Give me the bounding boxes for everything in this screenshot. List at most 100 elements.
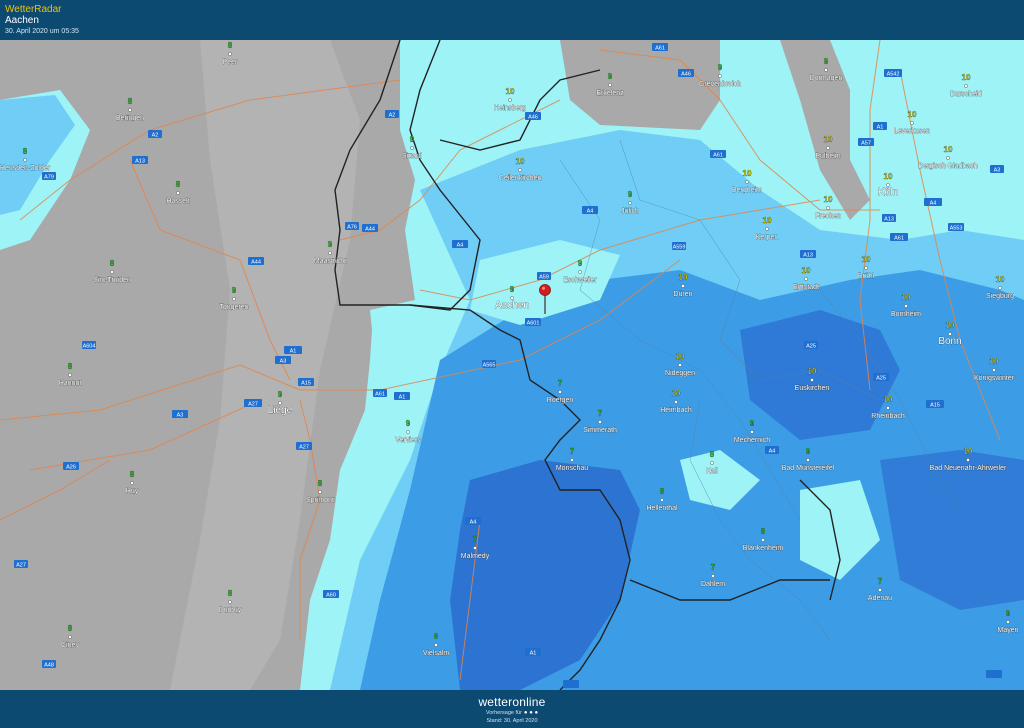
city-label: Burscheid xyxy=(950,91,981,98)
timestamp: 30. April 2020 um 05:35 xyxy=(5,28,79,35)
road-label: A4 xyxy=(587,209,594,215)
city-marker[interactable]: 10 Frechen xyxy=(815,195,841,220)
city-label: Bonn xyxy=(938,336,961,347)
road-label: A2 xyxy=(152,133,159,139)
city-label: Eschweiler xyxy=(563,277,598,284)
city-dot xyxy=(765,227,769,231)
city-dot xyxy=(608,83,612,87)
city-dot xyxy=(473,546,477,550)
city-label: Bergheim xyxy=(732,187,762,194)
road-label: A15 xyxy=(930,403,940,409)
city-temperature: 7 xyxy=(711,563,716,572)
city-dot xyxy=(68,373,72,377)
city-dot xyxy=(710,461,714,465)
city-temperature: 8 xyxy=(228,589,233,598)
city-temperature: 8 xyxy=(660,487,665,496)
city-dot xyxy=(964,84,968,88)
road-label: A61 xyxy=(713,153,723,159)
city-dot xyxy=(681,284,685,288)
city-label: Roetgen xyxy=(547,397,574,404)
city-label: Nideggen xyxy=(665,370,695,377)
city-dot xyxy=(745,180,749,184)
city-label: Mayen xyxy=(997,627,1018,634)
road-label: A27 xyxy=(16,563,26,569)
radar-map[interactable]: A61 A46 A542 A2 A46 A1 A57 A61 A3 A13 A2 A79 A76 A44 A… xyxy=(0,40,1024,690)
city-dot xyxy=(176,191,180,195)
city-temperature: 9 xyxy=(628,190,633,199)
city-temperature: 10 xyxy=(862,255,871,264)
city-dot xyxy=(1006,620,1010,624)
city-marker[interactable]: 10 Heinsberg xyxy=(494,87,527,112)
city-dot xyxy=(910,121,914,125)
city-temperature: 9 xyxy=(1006,609,1011,618)
city-label: Bornheim xyxy=(891,311,921,318)
city-temperature: 9 xyxy=(608,72,613,81)
road-label: A61 xyxy=(894,236,904,242)
city-label: Erftstadt xyxy=(793,284,819,291)
city-dot xyxy=(750,430,754,434)
city-dot xyxy=(886,406,890,410)
city-label: Mechernich xyxy=(734,437,770,444)
city-dot xyxy=(328,251,332,255)
city-marker[interactable]: 9 Verviers xyxy=(395,419,421,444)
road-label: A60 xyxy=(326,593,336,599)
city-label: Maastricht xyxy=(314,258,346,265)
city-dot xyxy=(946,156,950,160)
road-label: A46 xyxy=(681,72,691,78)
city-dot xyxy=(228,600,232,604)
city-label: Euskirchen xyxy=(795,385,830,392)
road-label: A3 xyxy=(280,359,287,365)
city-dot xyxy=(966,458,970,462)
app-title: WetterRadar xyxy=(5,4,62,15)
city-dot xyxy=(864,266,868,270)
road-label: A25 xyxy=(806,344,816,350)
city-dot xyxy=(232,297,236,301)
road-label: A46 xyxy=(528,115,538,121)
no-data-region-ne xyxy=(780,40,870,220)
city-temperature: 7 xyxy=(598,409,603,418)
city-dot xyxy=(718,74,722,78)
road-label: A48 xyxy=(44,663,54,669)
city-temperature: 10 xyxy=(506,87,515,96)
city-dot xyxy=(826,206,830,210)
city-dot xyxy=(674,400,678,404)
road-label: A4 xyxy=(470,520,477,526)
city-label: Geilenkirchen xyxy=(499,175,542,182)
city-dot xyxy=(23,158,27,162)
city-marker[interactable]: 10 Burscheid xyxy=(950,73,982,98)
city-dot xyxy=(518,168,522,172)
city-dot xyxy=(904,304,908,308)
road-label: A57 xyxy=(861,141,871,147)
city-label: Vielsalm xyxy=(423,650,449,657)
city-label: Siegburg xyxy=(986,293,1014,300)
brand-logo[interactable]: wetteronline xyxy=(0,695,1024,709)
city-label: Leverkusen xyxy=(894,128,930,135)
road-label: A4 xyxy=(457,243,464,249)
city-temperature: 8 xyxy=(318,479,323,488)
city-label: Verviers xyxy=(395,437,421,444)
road-label: A1 xyxy=(290,349,297,355)
city-label: Heusden-Zolder xyxy=(0,165,51,172)
city-label: Sittard xyxy=(402,153,422,160)
city-dot xyxy=(806,458,810,462)
city-label: Sprimont xyxy=(306,497,334,504)
city-temperature: 9 xyxy=(806,447,811,456)
road-label: A25 xyxy=(876,376,886,382)
city-dot xyxy=(598,420,602,424)
city-dot xyxy=(678,363,682,367)
city-label: Malmedy xyxy=(461,553,490,560)
city-marker[interactable]: 10 Köln xyxy=(878,172,899,198)
city-label: Blankenheim xyxy=(743,545,784,552)
city-dot xyxy=(570,458,574,462)
city-dot xyxy=(410,146,414,150)
city-temperature: 10 xyxy=(964,447,973,456)
city-temperature: 9 xyxy=(510,285,515,294)
city-temperature: 8 xyxy=(23,147,28,156)
city-dot xyxy=(434,643,438,647)
city-temperature: 9 xyxy=(750,419,755,428)
road-label: A2 xyxy=(389,113,396,119)
city-temperature: 10 xyxy=(802,266,811,275)
city-temperature: 10 xyxy=(763,216,772,225)
city-label: Tongeren xyxy=(219,304,248,311)
city-label: Dormagen xyxy=(810,75,843,82)
